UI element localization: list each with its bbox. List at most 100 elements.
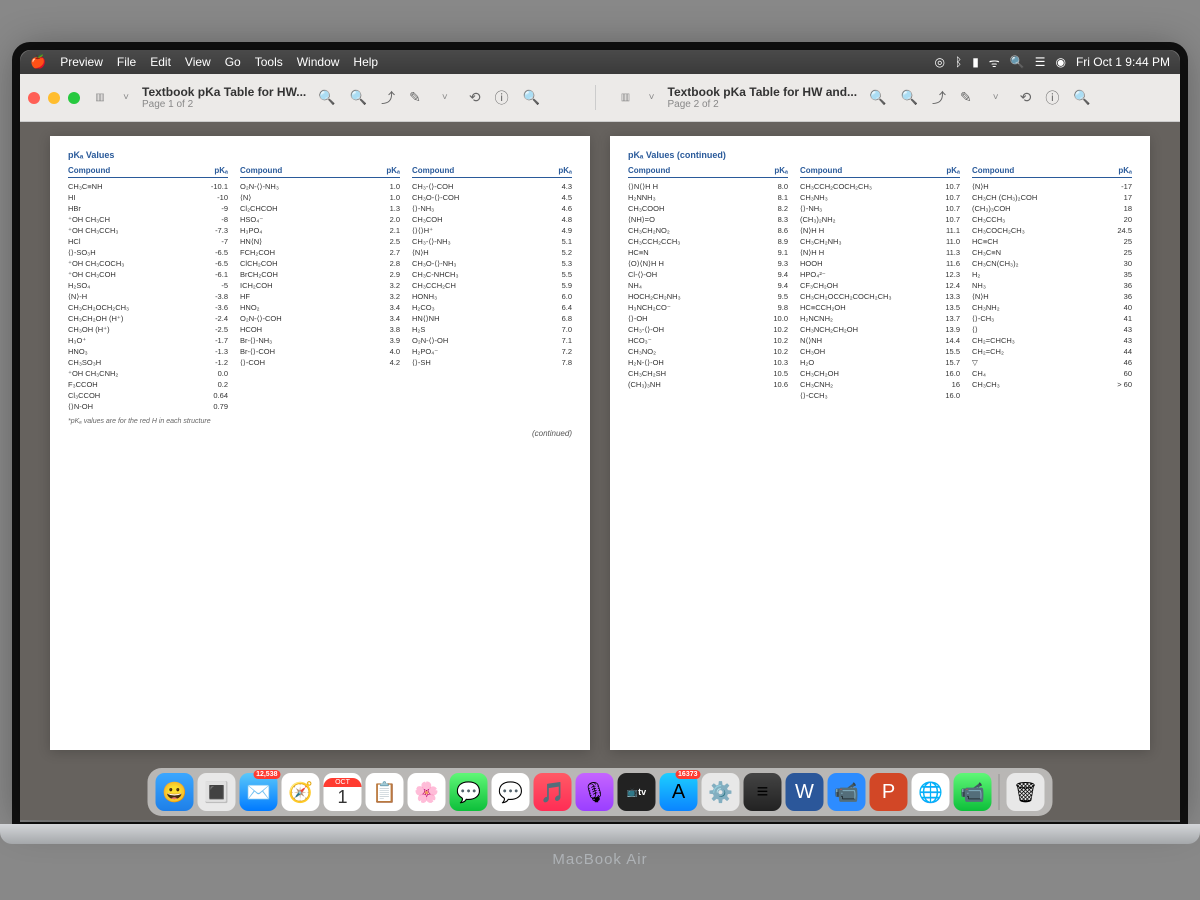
table-row: CH₃CH₂NH₃11.0	[800, 236, 960, 247]
bluetooth-icon[interactable]: ᛒ	[955, 55, 962, 69]
share-icon[interactable]: ⤴	[932, 88, 946, 108]
help-menu[interactable]: Help	[353, 55, 378, 69]
apple-menu-icon[interactable]: 🍎	[30, 54, 46, 70]
dock-messenger[interactable]: 💬	[492, 773, 530, 811]
table-row: CH₃C≡NH-10.1	[68, 181, 228, 192]
table-row: HN⟨⟩NH6.8	[412, 313, 572, 324]
chevron-down-icon[interactable]: ˅	[116, 88, 136, 108]
view-menu[interactable]: View	[185, 55, 211, 69]
dock-calendar[interactable]: OCT1	[324, 773, 362, 811]
table-row: HC≡N9.1	[628, 247, 788, 258]
preview-toolbar: ▥ ˅ Textbook pKa Table for HW... Page 1 …	[20, 74, 1180, 122]
file-menu[interactable]: File	[117, 55, 136, 69]
table-row: BrCH₂COH2.9	[240, 269, 400, 280]
close-button[interactable]	[28, 92, 40, 104]
table-row: ⟨⟩-CCH₃16.0	[800, 390, 960, 401]
table-row: O₂N-⟨⟩-COH3.4	[240, 313, 400, 324]
table-row: H₂PO₄⁻7.2	[412, 346, 572, 357]
table-row: ⟨⟩-SO₃H-6.5	[68, 247, 228, 258]
wifi-icon[interactable]: ᯤ	[989, 54, 1000, 71]
battery-icon[interactable]: ▮	[972, 55, 979, 69]
app-menu[interactable]: Preview	[60, 55, 103, 69]
dock-system-prefs[interactable]: ⚙️	[702, 773, 740, 811]
table-row: CH₃-⟨⟩-COH4.3	[412, 181, 572, 192]
search-icon[interactable]: 🔍	[1073, 89, 1090, 106]
window-menu[interactable]: Window	[297, 55, 340, 69]
document-title-2[interactable]: Textbook pKa Table for HW and...	[668, 85, 858, 99]
dock-facetime[interactable]: 📹	[954, 773, 992, 811]
dock-tv[interactable]: 📺tv	[618, 773, 656, 811]
table-row: CH₃-⟨⟩-NH₃5.1	[412, 236, 572, 247]
laptop-base	[0, 824, 1200, 844]
zoom-in-icon[interactable]: 🔍	[350, 89, 367, 106]
rotate-icon[interactable]: ⟲	[1020, 89, 1032, 106]
laptop-label: MacBook Air	[552, 851, 647, 868]
share-icon[interactable]: ⤴	[381, 88, 395, 108]
column-header: CompoundpKₐ	[412, 166, 572, 178]
highlight-icon[interactable]: ✎	[960, 89, 972, 106]
table-row: CH₃O-⟨⟩-COH4.5	[412, 192, 572, 203]
dock-word[interactable]: W	[786, 773, 824, 811]
zoom-out-icon[interactable]: 🔍	[869, 89, 886, 106]
screen: 🍎 Preview File Edit View Go Tools Window…	[20, 50, 1180, 820]
dock-trash[interactable]: 🗑	[1007, 773, 1045, 811]
chevron-down-icon[interactable]: ˅	[642, 88, 662, 108]
clock[interactable]: Fri Oct 1 9:44 PM	[1076, 55, 1170, 69]
dock-podcasts[interactable]: 🎙	[576, 773, 614, 811]
search-icon[interactable]: 🔍	[1010, 55, 1025, 69]
dock-spotify[interactable]: ≡	[744, 773, 782, 811]
table-row: (CH₃)₂NH₂10.7	[800, 214, 960, 225]
table-row: HBr-9	[68, 203, 228, 214]
appstore-badge: 16373	[675, 770, 700, 779]
table-row: Br-⟨⟩-NH₃3.9	[240, 335, 400, 346]
dock-safari[interactable]: 🧭	[282, 773, 320, 811]
dock-powerpoint[interactable]: P	[870, 773, 908, 811]
edit-menu[interactable]: Edit	[150, 55, 171, 69]
zoom-out-icon[interactable]: 🔍	[318, 89, 335, 106]
table-row: ⟨⟩-NH₃4.6	[412, 203, 572, 214]
dock-appstore[interactable]: A16373	[660, 773, 698, 811]
siri-icon[interactable]: ◉	[1055, 55, 1065, 69]
document-title-1[interactable]: Textbook pKa Table for HW...	[142, 85, 306, 99]
control-center-icon[interactable]: ☰	[1035, 55, 1046, 69]
dock-zoom[interactable]: 📹	[828, 773, 866, 811]
markup-icon[interactable]: ⓘ	[1045, 88, 1059, 108]
dock-chrome[interactable]: 🌐	[912, 773, 950, 811]
table-row: ⟨N⟩H-17	[972, 181, 1132, 192]
dock-launchpad[interactable]: 🔳	[198, 773, 236, 811]
dock-separator	[999, 774, 1000, 810]
sidebar-icon[interactable]: ▥	[616, 88, 636, 108]
tools-menu[interactable]: Tools	[255, 55, 283, 69]
dock-photos[interactable]: 🌸	[408, 773, 446, 811]
markup-icon[interactable]: ⓘ	[495, 88, 509, 108]
chevron-down-icon[interactable]: ˅	[986, 88, 1006, 108]
table-row: F₃CCOH0.2	[68, 379, 228, 390]
airdrop-icon[interactable]: ◎	[935, 55, 945, 69]
table-row: CH₃OH15.5	[800, 346, 960, 357]
macos-menubar: 🍎 Preview File Edit View Go Tools Window…	[20, 50, 1180, 74]
sidebar-icon[interactable]: ▥	[90, 88, 110, 108]
table-row: CH₃O-⟨⟩-NH₃5.3	[412, 258, 572, 269]
table-row: HSO₄⁻2.0	[240, 214, 400, 225]
go-menu[interactable]: Go	[225, 55, 241, 69]
table-row: ⁺OH CH₃CH-8	[68, 214, 228, 225]
table-row: CH₃CH (CH₃)₂COH17	[972, 192, 1132, 203]
fullscreen-button[interactable]	[68, 92, 80, 104]
chevron-down-icon[interactable]: ˅	[435, 88, 455, 108]
dock-messages[interactable]: 💬	[450, 773, 488, 811]
column-header: CompoundpKₐ	[240, 166, 400, 178]
highlight-icon[interactable]: ✎	[409, 89, 421, 106]
dock-music[interactable]: 🎵	[534, 773, 572, 811]
table-row: CH₃CH₂SH10.5	[628, 368, 788, 379]
table-row: CH₃OH (H⁺)-2.5	[68, 324, 228, 335]
dock-finder[interactable]: 😀	[156, 773, 194, 811]
search-icon[interactable]: 🔍	[523, 89, 540, 106]
zoom-in-icon[interactable]: 🔍	[901, 89, 918, 106]
table-row: HCl-7	[68, 236, 228, 247]
table-row: ⟨⟩-NH₃10.7	[800, 203, 960, 214]
dock-reminders[interactable]: 📋	[366, 773, 404, 811]
dock-mail[interactable]: ✉️12,538	[240, 773, 278, 811]
table-row: ⟨⟩-COH4.2	[240, 357, 400, 368]
rotate-icon[interactable]: ⟲	[469, 89, 481, 106]
minimize-button[interactable]	[48, 92, 60, 104]
